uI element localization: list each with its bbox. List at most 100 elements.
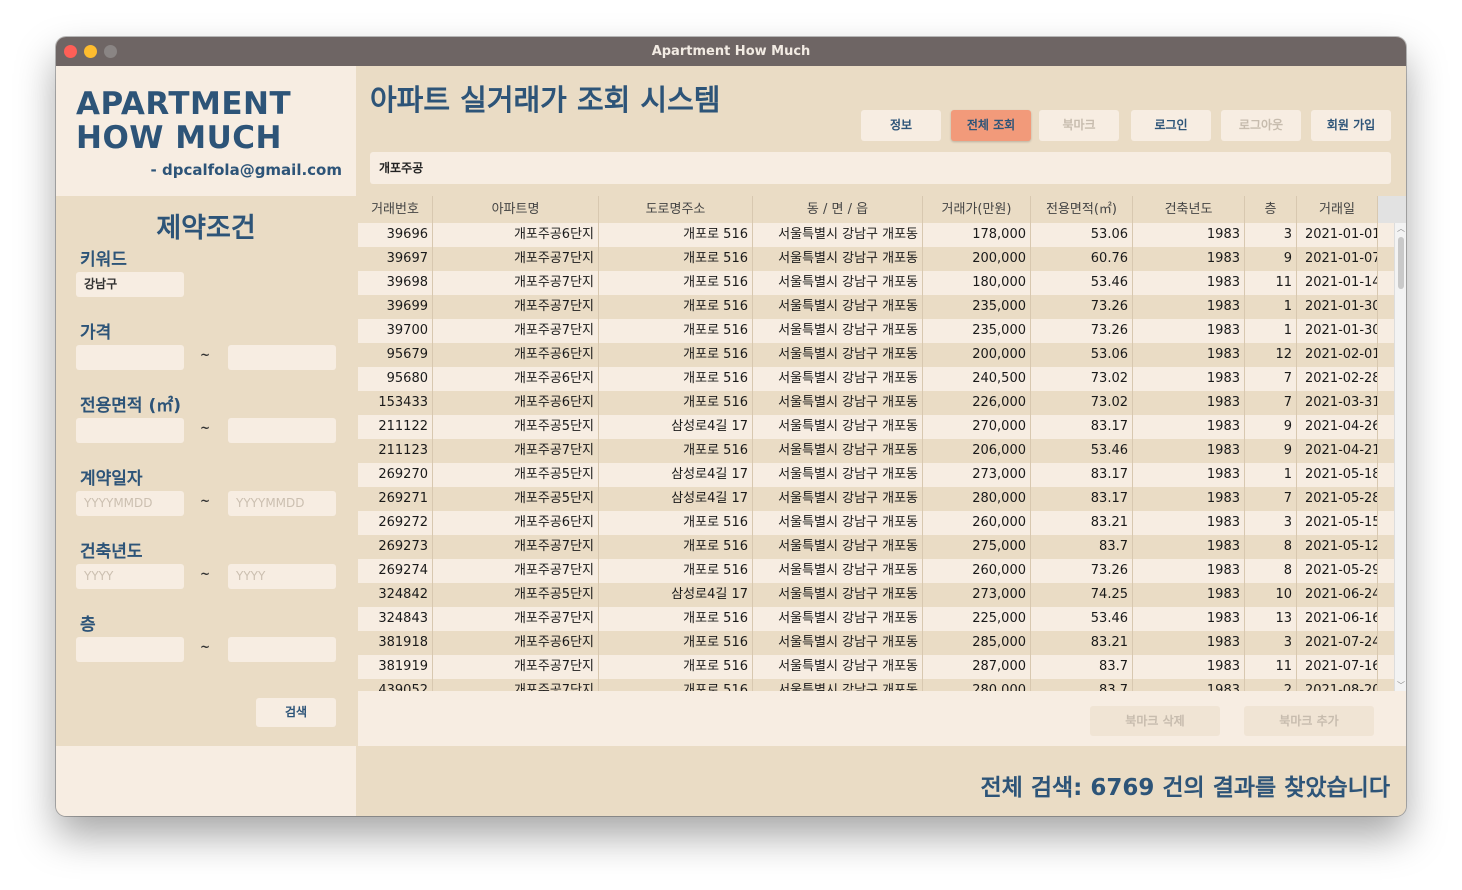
cell-deal-date: 2021-07-16 [1297,655,1378,679]
cell-built-year: 1983 [1133,295,1245,319]
cell-built-year: 1983 [1133,439,1245,463]
table-row[interactable]: 324842 개포주공5단지 삼성로4길 17 서울특별시 강남구 개포동 273,00… [358,583,1394,607]
table-row[interactable]: 269273 개포주공7단지 개포로 516 서울특별시 강남구 개포동 275,000… [358,535,1394,559]
cell-district: 서울특별시 강남구 개포동 [753,295,923,319]
minimize-window-button[interactable] [84,45,97,58]
search-button[interactable]: 검색 [256,698,336,727]
info-button[interactable]: 정보 [861,110,941,141]
table-row[interactable]: 39700 개포주공7단지 개포로 516 서울특별시 강남구 개포동 235,000 7… [358,319,1394,343]
table-row[interactable]: 211123 개포주공7단지 개포로 516 서울특별시 강남구 개포동 206,000… [358,439,1394,463]
scroll-up-icon[interactable]: ︿ [1395,223,1406,234]
header-col-floor[interactable]: 층 [1245,196,1297,223]
table-row[interactable]: 153433 개포주공6단지 개포로 516 서울특별시 강남구 개포동 226,000… [358,391,1394,415]
header-col-district[interactable]: 동 / 면 / 읍 [753,196,923,223]
cell-deal-no: 269270 [358,463,433,487]
header-col-road-address[interactable]: 도로명주소 [599,196,753,223]
cell-district: 서울특별시 강남구 개포동 [753,607,923,631]
cell-deal-no: 153433 [358,391,433,415]
table-body[interactable]: 39696 개포주공6단지 개포로 516 서울특별시 강남구 개포동 178,000 5… [358,223,1394,691]
results-table: 거래번호 아파트명 도로명주소 동 / 면 / 읍 거래가(만원) 전용면적(㎡) 건축년도… [358,196,1406,746]
cell-built-year: 1983 [1133,631,1245,655]
cell-area: 83.7 [1031,679,1133,691]
cell-area: 83.17 [1031,463,1133,487]
cell-built-year: 1983 [1133,511,1245,535]
table-row[interactable]: 324843 개포주공7단지 개포로 516 서울특별시 강남구 개포동 225,000… [358,607,1394,631]
table-row[interactable]: 95680 개포주공6단지 개포로 516 서울특별시 강남구 개포동 240,500 7… [358,367,1394,391]
cell-area: 83.21 [1031,631,1133,655]
header-col-area[interactable]: 전용면적(㎡) [1031,196,1133,223]
header-col-deal-no[interactable]: 거래번호 [358,196,433,223]
cell-area: 83.17 [1031,415,1133,439]
header-col-built-year[interactable]: 건축년도 [1133,196,1245,223]
cell-deal-date: 2021-01-30 [1297,319,1378,343]
area-to-input[interactable] [228,418,336,443]
cell-deal-no: 95679 [358,343,433,367]
year-from-input[interactable]: YYYY [76,564,184,589]
logo-panel: APARTMENT HOW MUCH - dpcalfola@gmail.com [56,66,356,196]
header-col-deal-date[interactable]: 거래일 [1297,196,1378,223]
table-row[interactable]: 381918 개포주공6단지 개포로 516 서울특별시 강남구 개포동 285,000… [358,631,1394,655]
scroll-down-icon[interactable]: ﹀ [1395,680,1406,691]
cell-road-address: 개포로 516 [599,295,753,319]
table-row[interactable]: 269274 개포주공7단지 개포로 516 서울특별시 강남구 개포동 260,000… [358,559,1394,583]
cell-road-address: 개포로 516 [599,319,753,343]
cell-deal-no: 439052 [358,679,433,691]
floor-to-input[interactable] [228,637,336,662]
table-row[interactable]: 95679 개포주공6단지 개포로 516 서울특별시 강남구 개포동 200,000 5… [358,343,1394,367]
logout-button[interactable]: 로그아웃 [1221,110,1301,141]
zoom-window-button[interactable] [104,45,117,58]
cell-floor: 8 [1245,535,1297,559]
status-bar: 전체 검색: 6769 건의 결과를 찾았습니다 [356,746,1406,816]
floor-from-input[interactable] [76,637,184,662]
view-all-button[interactable]: 전체 조회 [951,110,1031,141]
table-row[interactable]: 269271 개포주공5단지 삼성로4길 17 서울특별시 강남구 개포동 280,00… [358,487,1394,511]
table-row[interactable]: 269270 개포주공5단지 삼성로4길 17 서울특별시 강남구 개포동 273,00… [358,463,1394,487]
logo-line-1: APARTMENT [76,86,292,122]
bookmark-nav-button[interactable]: 북마크 [1039,110,1119,141]
table-row[interactable]: 39696 개포주공6단지 개포로 516 서울특별시 강남구 개포동 178,000 5… [358,223,1394,247]
signup-button[interactable]: 회원 가입 [1311,110,1391,141]
bookmark-delete-button[interactable]: 북마크 삭제 [1090,706,1220,736]
table-row[interactable]: 39697 개포주공7단지 개포로 516 서울특별시 강남구 개포동 200,000 6… [358,247,1394,271]
cell-area: 83.7 [1031,655,1133,679]
price-from-input[interactable] [76,345,184,370]
cell-price: 270,000 [923,415,1031,439]
bookmark-add-button[interactable]: 북마크 추가 [1244,706,1374,736]
cell-built-year: 1983 [1133,535,1245,559]
close-window-button[interactable] [64,45,77,58]
cell-price: 200,000 [923,343,1031,367]
cell-area: 53.46 [1031,607,1133,631]
cell-road-address: 개포로 516 [599,631,753,655]
area-from-input[interactable] [76,418,184,443]
cell-district: 서울특별시 강남구 개포동 [753,487,923,511]
cell-deal-no: 39697 [358,247,433,271]
table-row[interactable]: 39698 개포주공7단지 개포로 516 서울특별시 강남구 개포동 180,000 5… [358,271,1394,295]
table-row[interactable]: 211122 개포주공5단지 삼성로4길 17 서울특별시 강남구 개포동 270,00… [358,415,1394,439]
login-button[interactable]: 로그인 [1131,110,1211,141]
keyword-label: 키워드 [80,250,127,270]
header-col-apt-name[interactable]: 아파트명 [433,196,599,223]
cell-deal-no: 381918 [358,631,433,655]
cell-deal-no: 324843 [358,607,433,631]
date-to-input[interactable]: YYYYMMDD [228,491,336,516]
date-from-input[interactable]: YYYYMMDD [76,491,184,516]
table-row[interactable]: 381919 개포주공7단지 개포로 516 서울특별시 강남구 개포동 287,000… [358,655,1394,679]
table-row[interactable]: 439052 개포주공7단지 개포로 516 서울특별시 강남구 개포동 280,000… [358,679,1394,691]
table-row[interactable]: 39699 개포주공7단지 개포로 516 서울특별시 강남구 개포동 235,000 7… [358,295,1394,319]
cell-area: 73.26 [1031,319,1133,343]
floor-label: 층 [80,615,96,635]
header-col-price[interactable]: 거래가(만원) [923,196,1031,223]
year-to-input[interactable]: YYYY [228,564,336,589]
table-row[interactable]: 269272 개포주공6단지 개포로 516 서울특별시 강남구 개포동 260,000… [358,511,1394,535]
floor-tilde: ~ [200,640,211,654]
keyword-input[interactable]: 강남구 [76,272,184,297]
scrollbar-thumb[interactable] [1398,237,1404,289]
cell-district: 서울특별시 강남구 개포동 [753,511,923,535]
cell-area: 83.7 [1031,535,1133,559]
table-scrollbar[interactable]: ︿ ﹀ [1394,223,1406,691]
cell-deal-date: 2021-02-28 [1297,367,1378,391]
cell-deal-date: 2021-05-12 [1297,535,1378,559]
cell-district: 서울특별시 강남구 개포동 [753,367,923,391]
price-to-input[interactable] [228,345,336,370]
cell-floor: 12 [1245,343,1297,367]
